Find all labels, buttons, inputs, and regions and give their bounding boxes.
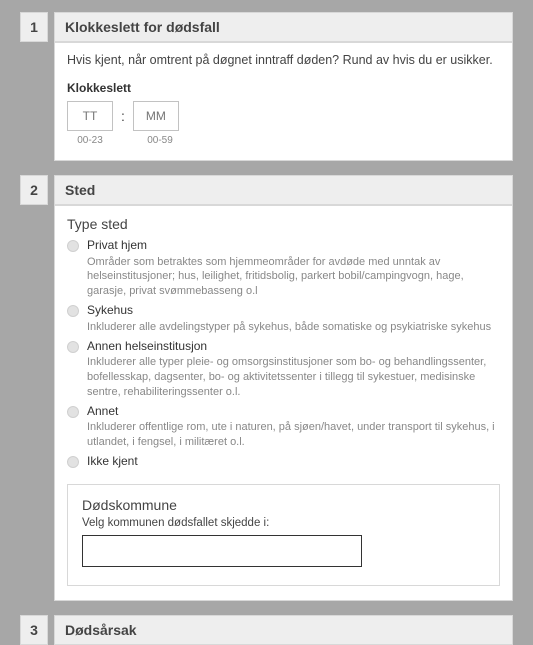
- section-3-title: Dødsårsak: [54, 615, 513, 645]
- radio-icon: [67, 305, 79, 317]
- option-label: Sykehus: [87, 303, 500, 319]
- time-hours-input[interactable]: [67, 101, 113, 131]
- radio-icon: [67, 406, 79, 418]
- option-desc: Inkluderer offentlige rom, ute i naturen…: [87, 420, 500, 450]
- section-2: 2 Sted Type sted Privat hjem Områder som…: [20, 175, 513, 601]
- time-hours-hint: 00-23: [67, 135, 113, 146]
- place-option-privat-hjem[interactable]: Privat hjem Områder som betraktes som hj…: [67, 238, 500, 299]
- place-type-label: Type sted: [67, 216, 500, 232]
- section-1-header: 1 Klokkeslett for dødsfall: [20, 12, 513, 42]
- radio-icon: [67, 456, 79, 468]
- section-2-title: Sted: [54, 175, 513, 205]
- place-option-annet[interactable]: Annet Inkluderer offentlige rom, ute i n…: [67, 404, 500, 450]
- time-label: Klokkeslett: [67, 81, 500, 95]
- option-label: Privat hjem: [87, 238, 500, 254]
- section-1-intro: Hvis kjent, når omtrent på døgnet inntra…: [67, 53, 500, 67]
- section-1-title: Klokkeslett for dødsfall: [54, 12, 513, 42]
- place-option-ikke-kjent[interactable]: Ikke kjent: [67, 454, 500, 470]
- place-option-sykehus[interactable]: Sykehus Inkluderer alle avdelingstyper p…: [67, 303, 500, 334]
- section-1: 1 Klokkeslett for dødsfall Hvis kjent, n…: [20, 12, 513, 161]
- time-hints: 00-23 00-59: [67, 135, 500, 146]
- section-3: 3 Dødsårsak: [20, 615, 513, 645]
- time-minutes-hint: 00-59: [137, 135, 183, 146]
- dodskommune-caption: Velg kommunen dødsfallet skjedde i:: [82, 517, 485, 529]
- time-minutes-input[interactable]: [133, 101, 179, 131]
- section-3-number: 3: [20, 615, 48, 645]
- option-desc: Områder som betraktes som hjemmeområder …: [87, 255, 500, 300]
- section-2-body: Type sted Privat hjem Områder som betrak…: [54, 205, 513, 601]
- time-row: :: [67, 101, 500, 131]
- section-2-number: 2: [20, 175, 48, 205]
- section-2-header: 2 Sted: [20, 175, 513, 205]
- dodskommune-box: Dødskommune Velg kommunen dødsfallet skj…: [67, 484, 500, 586]
- option-label: Ikke kjent: [87, 454, 500, 470]
- section-1-body: Hvis kjent, når omtrent på døgnet inntra…: [54, 42, 513, 161]
- dodskommune-title: Dødskommune: [82, 497, 485, 513]
- place-type-options: Privat hjem Områder som betraktes som hj…: [67, 238, 500, 470]
- option-label: Annet: [87, 404, 500, 420]
- option-desc: Inkluderer alle typer pleie- og omsorgsi…: [87, 355, 500, 400]
- option-label: Annen helseinstitusjon: [87, 339, 500, 355]
- place-option-annen-helseinstitusjon[interactable]: Annen helseinstitusjon Inkluderer alle t…: [67, 339, 500, 400]
- radio-icon: [67, 240, 79, 252]
- option-desc: Inkluderer alle avdelingstyper på sykehu…: [87, 320, 500, 335]
- section-1-number: 1: [20, 12, 48, 42]
- radio-icon: [67, 341, 79, 353]
- time-separator: :: [121, 108, 125, 124]
- dodskommune-input[interactable]: [82, 535, 362, 567]
- section-3-header: 3 Dødsårsak: [20, 615, 513, 645]
